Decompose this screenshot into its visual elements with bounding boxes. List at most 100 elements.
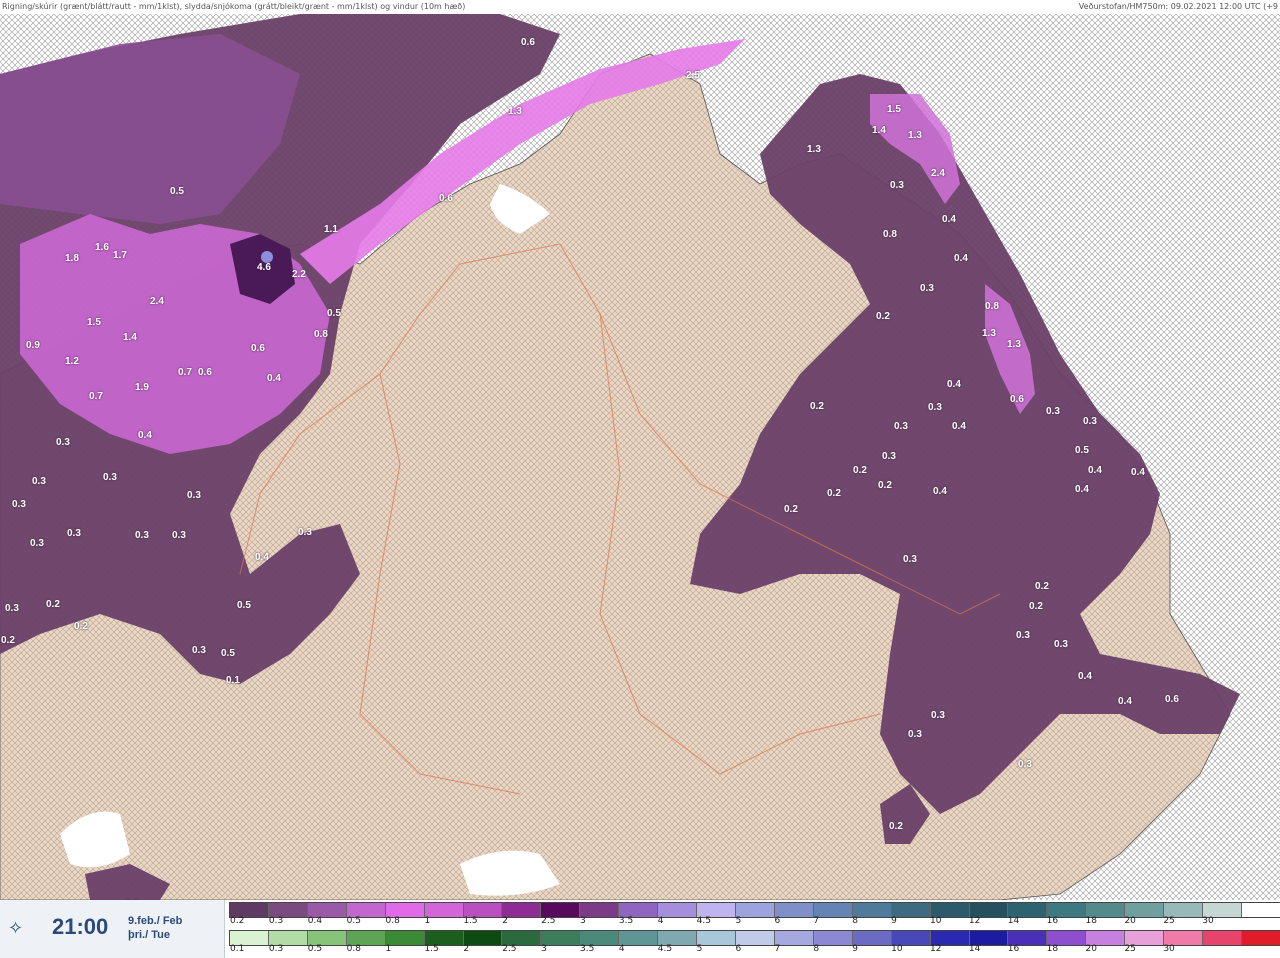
precip-value-label: 0.3 [5,603,19,614]
rain-scale-label: 30 [1163,944,1175,954]
precip-value-label: 0.4 [1075,484,1089,495]
rain-scale-label: 1 [385,944,392,954]
precip-value-label: 0.2 [784,504,798,515]
rain-scale-swatch [268,931,308,945]
precip-value-label: 0.2 [1,635,15,646]
rain-scale-swatch [1086,931,1126,945]
precip-value-label: 0.3 [882,451,896,462]
rain-scale-swatch [1203,931,1242,945]
rain-scale-swatch [1047,931,1087,945]
snow-scale-swatch [774,903,814,917]
rain-scale-swatch [463,931,503,945]
compass-star-icon: ✧ [8,918,24,938]
snow-scale-label: 8 [852,916,858,926]
snow-scale-label: 30 [1202,916,1214,926]
snow-scale-label: 0.5 [346,916,361,926]
precip-value-label: 0.3 [32,476,46,487]
precip-value-label: 0.4 [138,430,152,441]
precip-value-label: 0.3 [890,180,904,191]
precip-value-label: 0.2 [1035,581,1049,592]
precip-value-label: 0.6 [198,367,212,378]
snow-scale-swatch [424,903,464,917]
precip-value-label: 2.5 [686,70,700,81]
rain-scale-label: 16 [1007,944,1020,954]
snow-scale-label: 0.3 [268,916,284,926]
precip-value-label: 0.4 [1118,696,1132,707]
snow-scale-label: 25 [1163,916,1175,926]
precip-value-label: 0.4 [255,552,269,563]
snow-scale-swatch [307,903,347,917]
rain-scale-label: 0.3 [268,944,284,954]
map-header: Rigning/skúrir (grænt/blátt/rautt - mm/1… [0,0,1280,14]
rain-scale-label: 2.5 [502,944,517,954]
precip-value-label: 0.3 [298,527,312,538]
rain-scale-swatch [541,931,581,945]
precip-value-label: 1.8 [65,253,79,264]
precip-value-label: 0.6 [1165,694,1179,705]
precip-value-label: 0.6 [251,343,265,354]
precip-value-label: 1.3 [807,144,821,155]
precip-value-label: 0.3 [894,421,908,432]
rain-scale-label: 6 [735,944,742,954]
snow-scale-swatch [463,903,503,917]
precip-value-label: 0.2 [889,821,903,832]
forecast-time: 21:00 [52,914,109,939]
precip-value-label: 0.2 [1029,601,1043,612]
rain-scale-swatch [930,931,970,945]
precip-value-label: 0.3 [908,729,922,740]
rain-scale-label: 3 [541,944,547,954]
snow-scale-swatch [346,903,386,917]
precip-value-label: 0.3 [192,645,206,656]
snow-scale-swatch [1086,903,1126,917]
rain-scale-swatch [813,931,853,945]
precip-value-label: 0.6 [439,193,453,204]
precip-value-label: 1.3 [982,328,996,339]
precip-value-label: 0.9 [26,340,40,351]
rain-scale-label: 8 [813,944,820,954]
snow-scale-swatch [930,903,970,917]
snow-scale-swatch [580,903,620,917]
rain-scale-swatch [230,931,269,945]
precip-value-label: 0.4 [947,379,961,390]
rain-scale-swatch [385,931,425,945]
precip-value-label: 0.6 [521,37,535,48]
rain-scale-labels: 0.1 0.3 0.5 0.8 1 1.5 2 2.5 3 3.5 4 4.5 5 6 7 8 9 10 12 14 1… [229,944,1279,956]
snow-scale-swatch [813,903,853,917]
rain-scale-swatch [969,931,1009,945]
precip-value-label: 0.6 [1010,394,1024,405]
snow-scale-label: 9 [891,916,897,926]
rain-scale-label: 14 [968,944,981,954]
precip-value-label: 0.4 [933,486,947,497]
precip-value-label: 0.3 [187,490,201,501]
forecast-date-line2: þri./ Tue [128,929,170,941]
snow-scale-label: 2 [502,916,508,926]
rain-scale-label: 18 [1046,944,1059,954]
precip-value-label: 0.2 [853,465,867,476]
precip-value-label: 0.3 [67,528,81,539]
precip-value-label: 0.3 [103,472,117,483]
snow-scale-swatch [852,903,892,917]
rain-scale-label: 20 [1085,944,1097,954]
rain-scale-label: 0.5 [307,944,323,954]
precip-value-label: 0.1 [226,675,240,686]
rain-scale-label: 3.5 [580,944,595,954]
snow-scale-swatch [697,903,736,917]
precip-value-label: 0.4 [1078,671,1092,682]
map-title: Rigning/skúrir (grænt/blátt/rautt - mm/1… [2,2,466,11]
rain-scale-label: 1.5 [424,944,439,954]
precip-value-label: 0.5 [221,648,235,659]
model-run-info: Veðurstofan/HM750m: 09.02.2021 12:00 UTC… [1078,2,1278,11]
snow-scale-label: 3.5 [618,916,634,926]
precip-value-label: 1.9 [135,382,149,393]
snow-scale-label: 0.8 [385,916,400,926]
rain-scale-label: 2 [463,944,470,954]
precip-value-label: 0.4 [942,214,956,225]
precip-value-label: 0.2 [827,488,841,499]
precip-value-label: 0.5 [327,308,341,319]
precip-value-label: 0.2 [46,599,60,610]
precip-value-label: 0.4 [952,421,966,432]
precip-value-label: 0.3 [931,710,945,721]
precip-value-label: 0.3 [903,554,917,565]
precip-value-label: 1.3 [508,106,522,117]
snow-scale-swatch [385,903,425,917]
